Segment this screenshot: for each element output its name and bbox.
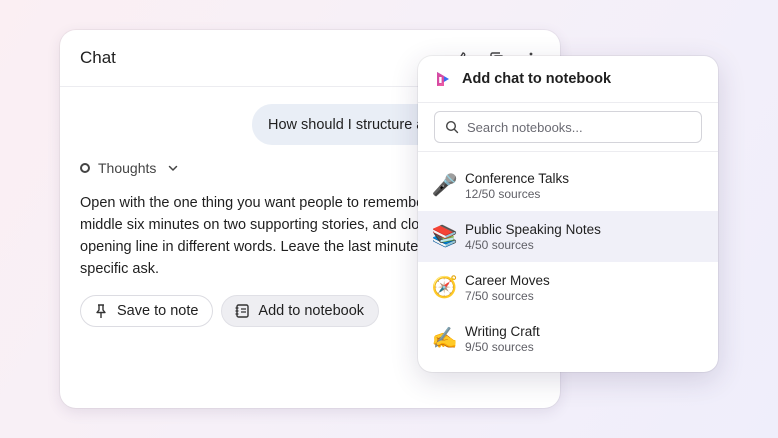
notebook-list: 🎤 Conference Talks 12/50 sources 📚 Publi… <box>418 152 718 364</box>
notebook-source-count: 7/50 sources <box>465 288 534 303</box>
notebook-source-count: 12/50 sources <box>465 186 541 201</box>
notebook-source-count: 4/50 sources <box>465 237 534 252</box>
popover-title: Add chat to notebook <box>462 71 612 87</box>
pin-icon <box>96 304 106 318</box>
notebook-logo-icon <box>437 72 449 86</box>
microphone-icon: 🎤 <box>431 173 459 197</box>
notebook-item-career-moves[interactable]: 🧭 Career Moves 7/50 sources <box>418 262 718 313</box>
search-box <box>434 111 702 143</box>
user-message-text: How should I structure a <box>268 116 425 133</box>
user-message-bubble: How should I structure a <box>252 104 445 145</box>
notebook-source-count: 9/50 sources <box>465 339 534 354</box>
thoughts-dot-icon <box>80 163 90 173</box>
popover-header: Add chat to notebook <box>418 56 718 103</box>
notebook-name: Career Moves <box>465 272 550 288</box>
chat-title: Chat <box>80 48 116 67</box>
writing-hand-icon: ✍️ <box>431 326 459 350</box>
add-to-notebook-popover: Add chat to notebook 🎤 Conference Talks … <box>418 56 718 372</box>
answer-actions: Save to note Add to notebook <box>80 295 380 327</box>
notebook-item-conference-talks[interactable]: 🎤 Conference Talks 12/50 sources <box>418 160 718 211</box>
notebook-name: Writing Craft <box>465 323 540 339</box>
search-icon <box>445 120 459 134</box>
notebook-item-writing-craft[interactable]: ✍️ Writing Craft 9/50 sources <box>418 313 718 364</box>
search-notebooks-input[interactable] <box>467 119 687 135</box>
add-to-notebook-label: Add to notebook <box>258 303 365 319</box>
notebook-name: Conference Talks <box>465 170 570 186</box>
books-icon: 📚 <box>431 224 459 248</box>
compass-icon: 🧭 <box>431 275 459 299</box>
add-to-notebook-button[interactable]: Add to notebook <box>221 295 380 327</box>
save-to-note-button[interactable]: Save to note <box>80 295 214 327</box>
notebook-name: Public Speaking Notes <box>465 221 601 237</box>
chevron-down-icon <box>169 165 178 171</box>
notebook-item-public-speaking-notes[interactable]: 📚 Public Speaking Notes 4/50 sources <box>418 211 718 262</box>
search-section <box>418 103 718 152</box>
thoughts-toggle[interactable]: Thoughts <box>80 160 180 176</box>
notebook-icon <box>235 304 250 318</box>
save-to-note-label: Save to note <box>117 303 199 319</box>
thoughts-label: Thoughts <box>98 160 157 176</box>
